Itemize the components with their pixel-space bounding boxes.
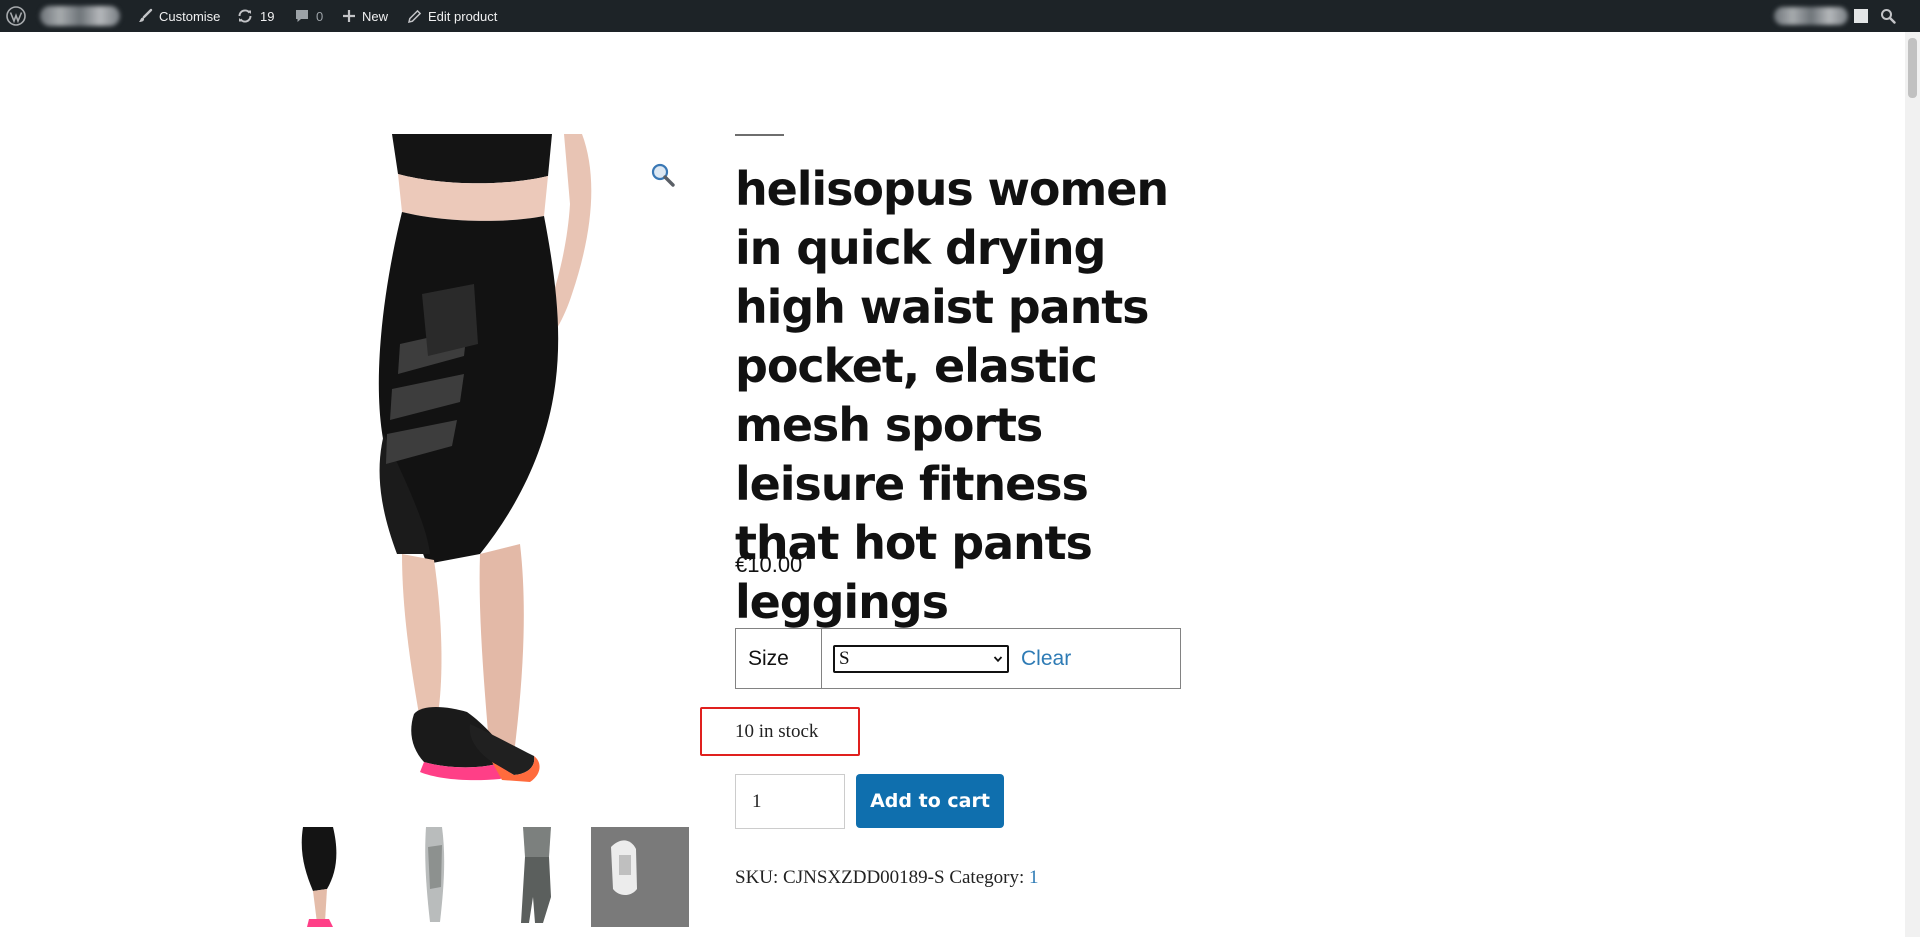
comments-button[interactable]: 0 — [294, 0, 323, 32]
scrollbar-thumb[interactable] — [1908, 38, 1917, 98]
customise-button[interactable]: Customise — [137, 0, 220, 32]
new-label: New — [362, 8, 389, 24]
size-selected-value: S — [839, 647, 850, 669]
product-main-image[interactable] — [252, 134, 690, 786]
product-meta: SKU: CJNSXZDD00189-S Category: 1 — [735, 867, 1039, 889]
avatar — [1854, 9, 1868, 23]
zoom-button[interactable] — [650, 162, 676, 188]
clear-variation-link[interactable]: Clear — [1021, 647, 1071, 671]
gallery-thumbnail[interactable] — [591, 827, 689, 927]
size-label: Size — [736, 629, 822, 688]
add-to-cart-button[interactable]: Add to cart — [856, 774, 1004, 828]
thumbnail-image — [489, 827, 587, 927]
product-price: €10.00 — [735, 552, 803, 577]
zoom-icon — [651, 163, 675, 187]
brush-icon — [139, 8, 153, 22]
leggings-photo — [252, 134, 690, 786]
site-name-link[interactable] — [40, 0, 120, 32]
new-content-button[interactable]: New — [342, 0, 388, 32]
comment-icon — [296, 10, 308, 22]
plus-icon — [343, 10, 355, 22]
gallery-thumbnail[interactable] — [489, 827, 587, 927]
stock-status: 10 in stock — [700, 707, 860, 756]
admin-search-button[interactable] — [1880, 0, 1896, 32]
updates-button[interactable]: 19 — [236, 0, 274, 32]
variations-table: Size S Clear — [735, 628, 1181, 689]
size-select[interactable]: S — [833, 644, 1009, 673]
category-label: Category: — [949, 867, 1025, 888]
wordpress-logo-button[interactable] — [6, 0, 26, 32]
wordpress-logo-icon — [6, 6, 26, 26]
gallery-thumbnail[interactable] — [283, 827, 381, 927]
chevron-down-icon — [993, 655, 1003, 662]
size-value-cell: S Clear — [822, 629, 1180, 688]
pencil-icon — [407, 9, 422, 23]
customise-label: Customise — [159, 8, 221, 24]
product-title: helisopus women in quick drying high wai… — [735, 162, 1169, 629]
gallery-thumbnails — [283, 827, 691, 937]
stock-text: 10 in stock — [735, 720, 819, 742]
page-scrollbar[interactable] — [1905, 32, 1920, 937]
search-icon — [1881, 9, 1896, 24]
updates-count: 19 — [260, 8, 275, 24]
account-name-redacted — [1774, 7, 1848, 25]
site-name-redacted — [40, 6, 120, 26]
thumbnail-image — [386, 827, 484, 927]
sku-label: SKU: — [735, 867, 779, 888]
my-account-button[interactable] — [1774, 0, 1868, 32]
thumbnail-image — [591, 827, 689, 927]
gallery-thumbnail[interactable] — [386, 827, 484, 927]
admin-bar: Customise 19 0 New Edit product — [0, 0, 1920, 32]
updates-icon — [238, 9, 252, 23]
category-link[interactable]: 1 — [1029, 867, 1039, 888]
title-divider — [735, 134, 784, 136]
sku-value: CJNSXZDD00189-S — [783, 867, 945, 888]
edit-product-label: Edit product — [428, 8, 498, 24]
comments-count: 0 — [316, 8, 324, 24]
edit-product-button[interactable]: Edit product — [407, 0, 497, 32]
thumbnail-image — [283, 827, 381, 927]
quantity-input[interactable] — [735, 774, 845, 829]
